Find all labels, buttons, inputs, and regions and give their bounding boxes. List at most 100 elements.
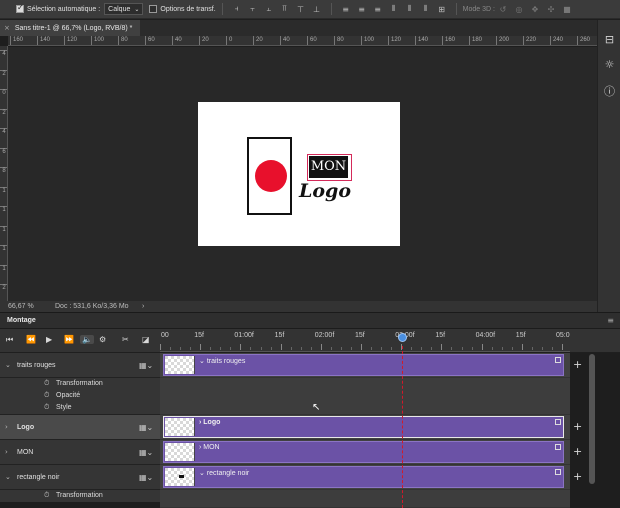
panel-menu-icon[interactable]: ≡ <box>607 316 614 325</box>
canvas-area[interactable]: MON Logo <box>8 47 597 301</box>
time-label: 02:00f <box>314 332 335 339</box>
divider <box>455 3 457 15</box>
layer-row-logo[interactable]: › Logo ▦⌄ <box>0 415 160 440</box>
track-property-rows[interactable] <box>160 378 570 415</box>
clip-end-icon[interactable] <box>555 357 561 363</box>
add-media-icon[interactable]: + <box>573 358 582 371</box>
clip-end-icon[interactable] <box>555 469 561 475</box>
clip-label: ⌄ traits rouges <box>199 358 246 365</box>
auto-select-checkbox[interactable] <box>16 3 24 13</box>
time-label: 15f <box>435 332 446 339</box>
pan-3d-icon[interactable]: ✥ <box>529 5 541 14</box>
align-center-icon[interactable]: ⫟ <box>247 4 259 14</box>
transition-icon[interactable]: ◪ <box>142 335 150 344</box>
stopwatch-icon[interactable]: ⏱ <box>44 379 49 388</box>
property-row-style[interactable]: ⏱ Style <box>0 402 160 415</box>
layer-row-traits-rouges[interactable]: ⌄ traits rouges ▦⌄ <box>0 353 160 378</box>
layer-row-mon[interactable]: › MON ▦⌄ <box>0 440 160 465</box>
stopwatch-icon[interactable]: ⏱ <box>44 391 49 400</box>
clip-mon[interactable]: › MON <box>163 441 564 463</box>
scale-3d-icon[interactable]: ■ <box>561 5 573 14</box>
distribute-right-icon[interactable]: ⦀ <box>420 4 432 14</box>
layer-row-rectangle-noir[interactable]: ⌄ rectangle noir ▦⌄ <box>0 465 160 490</box>
film-strip-icon[interactable]: ▦⌄ <box>139 473 153 482</box>
expand-arrow-icon[interactable]: › <box>5 423 8 431</box>
property-row-opacity[interactable]: ⏱ Opacité <box>0 390 160 402</box>
status-menu-arrow[interactable]: › <box>142 301 144 312</box>
align-middle-icon[interactable]: ⊤ <box>295 5 307 14</box>
distribute-top-icon[interactable]: ≡ <box>340 5 352 14</box>
stopwatch-icon[interactable]: ⏱ <box>44 403 49 412</box>
add-media-icon[interactable]: + <box>573 470 582 483</box>
distribute-left-icon[interactable]: ⦀ <box>388 4 400 14</box>
distribute-middle-icon[interactable]: ≡ <box>356 5 368 14</box>
vertical-ruler[interactable]: 4 2 0 2 4 6 8 1 1 1 1 1 2 <box>0 46 8 301</box>
timeline-scrollbar[interactable] <box>589 354 595 484</box>
split-scissors-icon[interactable]: ✂ <box>122 335 129 344</box>
horizontal-ruler[interactable]: 160 140 120 100 80 60 40 20 0 20 40 60 80 100 120 140 16… <box>8 36 597 46</box>
expand-arrow-icon[interactable]: › <box>5 448 8 456</box>
time-subtick <box>531 347 533 350</box>
clip-traits-rouges[interactable]: ⌄ traits rouges <box>163 354 564 376</box>
clip-name: Logo <box>203 419 221 426</box>
collapse-arrow-icon[interactable]: ⌄ <box>5 473 11 481</box>
transform-checkbox[interactable] <box>149 5 158 13</box>
document-canvas[interactable]: MON Logo <box>198 102 400 246</box>
align-right-icon[interactable]: ⫠ <box>263 4 275 14</box>
next-frame-icon[interactable]: ⏩ <box>64 335 74 344</box>
align-bottom-icon[interactable]: ⊥ <box>311 5 323 14</box>
film-strip-icon[interactable]: ▦⌄ <box>139 423 153 432</box>
black-rectangle-shape <box>247 137 292 215</box>
track-property-rows[interactable] <box>160 490 570 508</box>
collapse-arrow-icon[interactable]: ⌄ <box>5 361 11 369</box>
distribute-bottom-icon[interactable]: ≡ <box>372 5 384 14</box>
close-icon[interactable]: × <box>4 24 10 32</box>
playhead-handle[interactable] <box>398 333 407 342</box>
time-subtick <box>391 347 393 350</box>
mon-text-box: MON <box>309 156 348 178</box>
document-tab[interactable]: × Sans titre-1 @ 66,7% (Logo, RVB/8) * <box>0 20 141 36</box>
sun-icon[interactable]: ☼ <box>602 58 617 71</box>
audio-icon[interactable]: 🔈 <box>80 335 94 344</box>
play-icon[interactable]: ▶ <box>46 335 52 344</box>
property-row-transform[interactable]: ⏱ Transformation <box>0 490 160 502</box>
align-top-icon[interactable]: ⫪ <box>279 4 291 14</box>
time-subtick <box>300 347 302 350</box>
time-tick <box>320 344 322 350</box>
add-media-icon[interactable]: + <box>573 420 582 433</box>
time-label: 15f <box>515 332 526 339</box>
timeline-ruler[interactable]: 0015f01:00f15f02:00f15f03:00f15f04:00f15… <box>160 329 570 353</box>
time-label: 15f <box>194 332 204 339</box>
clip-end-icon[interactable] <box>555 419 561 425</box>
slide-3d-icon[interactable]: ✣ <box>545 5 557 14</box>
rotate-3d-icon[interactable]: ↺ <box>497 5 509 14</box>
timeline-title[interactable]: Montage <box>7 317 36 324</box>
stopwatch-icon[interactable]: ⏱ <box>44 491 49 500</box>
panel-toggle-icon[interactable]: ⊟ <box>602 33 617 46</box>
clip-rectangle-noir[interactable]: ⌄ rectangle noir <box>163 466 564 488</box>
first-frame-icon[interactable]: ⏮ <box>6 335 13 345</box>
info-icon[interactable]: ⓘ <box>602 83 617 99</box>
ruler-tick-label: 2 <box>0 69 7 77</box>
distribute-center-icon[interactable]: ⦀ <box>404 4 416 14</box>
auto-align-icon[interactable]: ⊞ <box>436 5 448 14</box>
roll-3d-icon[interactable]: ◎ <box>513 5 525 14</box>
align-left-icon[interactable]: ⫞ <box>231 4 243 14</box>
zoom-readout[interactable]: 66,67 % <box>8 301 34 312</box>
time-subtick <box>541 347 543 350</box>
clip-logo[interactable]: › Logo <box>163 416 564 438</box>
ruler-tick-label: 260 <box>577 36 590 45</box>
divider <box>221 3 223 15</box>
settings-gear-icon[interactable]: ⚙ <box>99 335 106 344</box>
clip-label: › MON <box>199 444 220 451</box>
film-strip-icon[interactable]: ▦⌄ <box>139 361 153 370</box>
property-row-transform[interactable]: ⏱ Transformation <box>0 378 160 390</box>
clip-end-icon[interactable] <box>555 444 561 450</box>
time-tick <box>361 344 362 350</box>
previous-frame-icon[interactable]: ⏪ <box>26 335 36 344</box>
film-strip-icon[interactable]: ▦⌄ <box>139 448 153 457</box>
auto-select-dropdown[interactable]: Calque ⌄ <box>104 3 144 15</box>
time-subtick <box>350 347 352 350</box>
add-media-icon[interactable]: + <box>573 445 582 458</box>
ruler-tick-label: 80 <box>334 36 344 45</box>
